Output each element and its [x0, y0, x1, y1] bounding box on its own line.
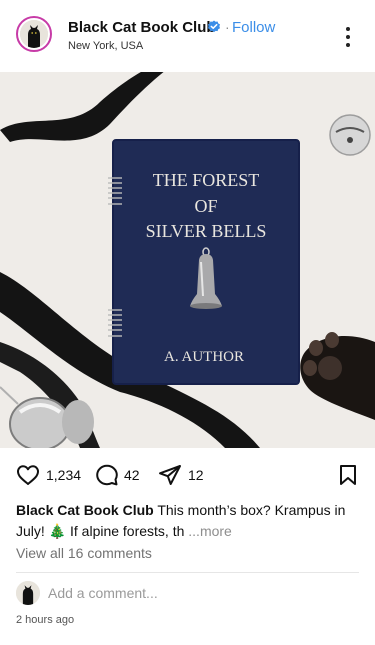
- account-name[interactable]: Black Cat Book Club: [68, 19, 216, 36]
- book-author: A. AUTHOR: [164, 349, 244, 365]
- post-location[interactable]: New York, USA: [68, 40, 143, 52]
- caption-account-name[interactable]: Black Cat Book Club: [16, 502, 154, 518]
- book-cover: THE FOREST OF SILVER BELLS A. AUTHOR: [108, 139, 300, 385]
- jingle-bell-ornament: [329, 114, 371, 156]
- separator-dot: ·: [225, 19, 230, 35]
- like-button[interactable]: 1,234: [16, 464, 81, 486]
- view-all-comments-link[interactable]: View all 16 comments: [16, 545, 152, 561]
- post-header: Black Cat Book Club · Follow New York, U…: [0, 0, 375, 72]
- book-title-line-1: THE FOREST: [153, 170, 260, 190]
- post-caption: Black Cat Book Club This month’s box? Kr…: [16, 500, 361, 542]
- book-title-line-3: SILVER BELLS: [146, 221, 267, 241]
- share-count: 12: [188, 467, 204, 483]
- black-cat-avatar-icon: [16, 581, 40, 605]
- save-button[interactable]: [339, 464, 357, 486]
- current-user-avatar: [16, 581, 40, 605]
- account-avatar[interactable]: [16, 16, 52, 52]
- share-button[interactable]: 12: [158, 464, 204, 486]
- like-count: 1,234: [46, 467, 82, 483]
- divider: [16, 572, 359, 573]
- post-actions-bar: 1,234 42 12: [0, 462, 375, 492]
- post-timestamp: 2 hours ago: [16, 614, 75, 626]
- heart-icon: [17, 465, 39, 485]
- comment-bubble-icon: [96, 464, 118, 486]
- send-icon: [159, 465, 181, 485]
- comment-button[interactable]: 42: [96, 464, 140, 486]
- book-title-line-2: OF: [194, 196, 217, 216]
- more-options-icon[interactable]: [340, 26, 356, 48]
- black-cat-avatar-icon: [20, 20, 48, 48]
- post-image[interactable]: THE FOREST OF SILVER BELLS A. AUTHOR: [0, 72, 375, 448]
- verified-badge-icon: [207, 20, 221, 39]
- post-photo-illustration: THE FOREST OF SILVER BELLS A. AUTHOR: [0, 72, 375, 448]
- caption-more-link[interactable]: ...more: [188, 523, 232, 539]
- comment-count: 42: [124, 467, 140, 483]
- follow-button[interactable]: Follow: [232, 19, 275, 36]
- bookmark-icon: [340, 465, 356, 485]
- add-comment-input[interactable]: [48, 583, 328, 603]
